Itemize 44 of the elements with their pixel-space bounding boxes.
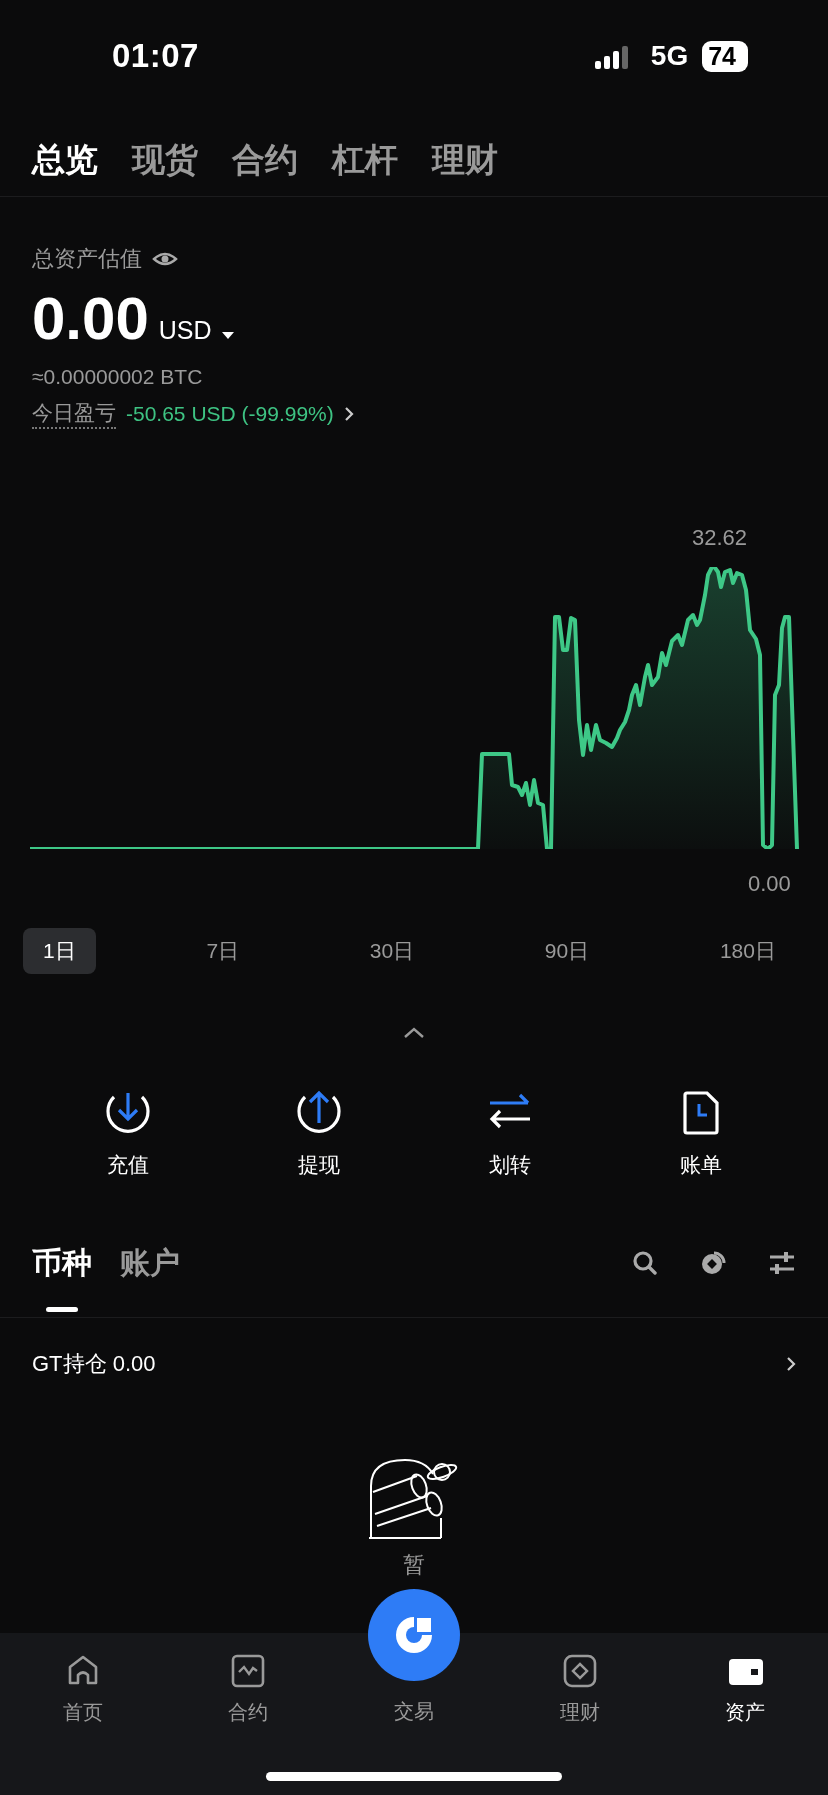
chart-min-label: 0.00: [748, 871, 791, 897]
pnl-value: -50.65 USD (-99.99%): [126, 402, 334, 426]
trade-logo-button[interactable]: [368, 1589, 460, 1681]
search-icon[interactable]: [632, 1250, 658, 1276]
tab[interactable]: 现货: [132, 138, 198, 182]
tab[interactable]: 总览: [32, 138, 98, 182]
action-button[interactable]: 提现: [223, 1089, 414, 1179]
action-button[interactable]: 充值: [32, 1089, 223, 1179]
nav-item[interactable]: 合约: [165, 1653, 332, 1745]
total-assets-label: 总资产估值: [32, 245, 142, 273]
empty-state-text: 暂: [403, 1551, 425, 1579]
tab[interactable]: 杠杆: [332, 138, 398, 182]
asset-tab[interactable]: 账户: [120, 1242, 180, 1284]
tab[interactable]: 合约: [232, 138, 298, 182]
status-time: 01:07: [112, 37, 199, 75]
tab-indicator: [46, 1306, 78, 1312]
coins-icon[interactable]: [700, 1250, 726, 1276]
btc-equivalent: ≈0.00000002 BTC: [32, 365, 204, 389]
period-tab[interactable]: 30日: [349, 928, 435, 974]
action-button[interactable]: 账单: [605, 1089, 796, 1179]
pnl-label[interactable]: 今日盈亏: [32, 399, 116, 429]
chevron-right-icon[interactable]: [343, 406, 354, 422]
nav-item[interactable]: 理财: [496, 1653, 663, 1745]
tab[interactable]: 理财: [432, 138, 498, 182]
chevron-up-icon[interactable]: [403, 1027, 425, 1039]
network-label: 5G: [650, 40, 689, 72]
nav-item[interactable]: 资产: [662, 1653, 828, 1745]
chart-max-label: 32.62: [692, 525, 748, 551]
total-value: 0.00: [32, 284, 149, 354]
currency-selector[interactable]: USD: [158, 316, 212, 345]
action-button[interactable]: 划转: [414, 1089, 605, 1179]
asset-tab[interactable]: 币种: [32, 1242, 92, 1284]
filter-sliders-icon[interactable]: [768, 1250, 796, 1276]
period-tab[interactable]: 180日: [699, 928, 796, 974]
period-tab[interactable]: 90日: [524, 928, 610, 974]
nav-item[interactable]: 交易: [331, 1685, 497, 1725]
chevron-right-icon[interactable]: [786, 1356, 796, 1372]
period-tab[interactable]: 7日: [186, 928, 260, 974]
period-tab[interactable]: 1日: [23, 928, 96, 974]
caret-icon[interactable]: [221, 332, 234, 339]
nav-item[interactable]: 首页: [0, 1653, 166, 1745]
gt-holding-label: GT持仓 0.00: [32, 1350, 156, 1378]
battery-icon: 74: [702, 40, 748, 72]
chart-icon: [230, 1653, 267, 1689]
